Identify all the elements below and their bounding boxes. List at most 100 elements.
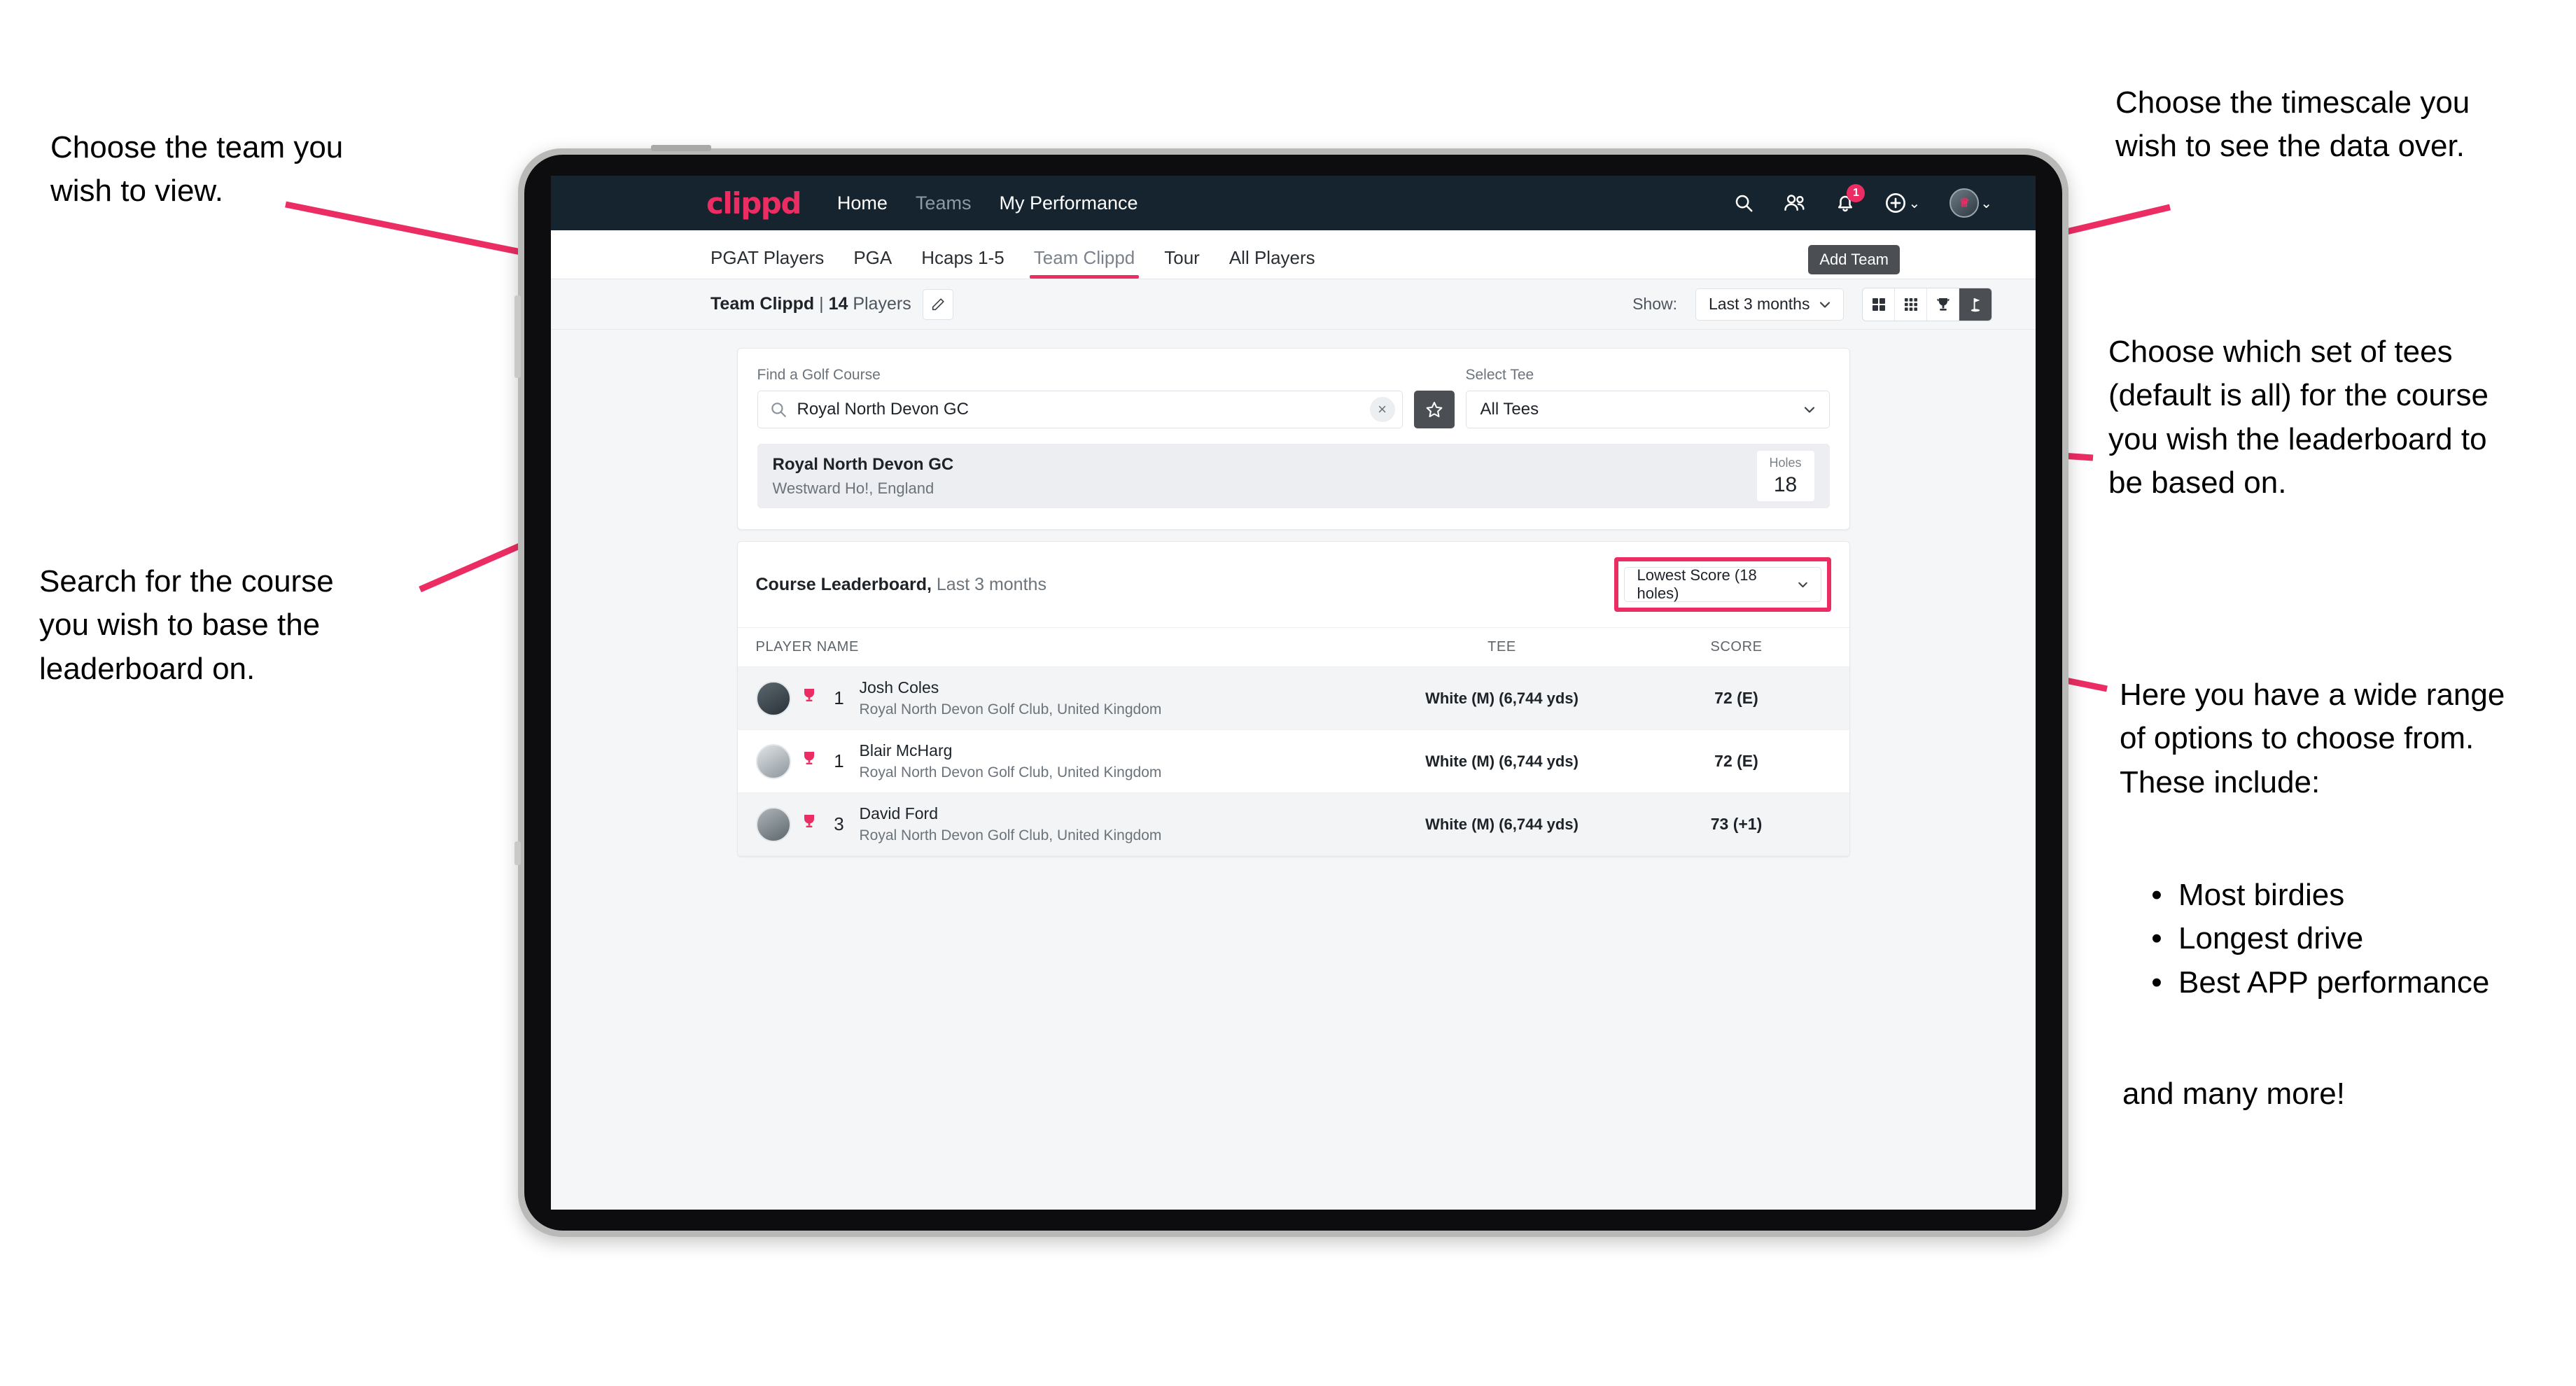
bullet-dot: • xyxy=(2151,921,2162,956)
nav-link-home[interactable]: Home xyxy=(837,192,888,214)
player-rank: 1 xyxy=(834,687,844,708)
grid-3x3-icon[interactable] xyxy=(1895,288,1927,321)
tab-pga[interactable]: PGA xyxy=(853,247,892,279)
player-identity: Josh Coles Royal North Devon Golf Club, … xyxy=(860,678,1162,718)
course-search-input[interactable]: Royal North Devon GC × xyxy=(757,391,1403,428)
chevron-down-icon xyxy=(1819,301,1830,308)
player-tee: White (M) (6,744 yds) xyxy=(1425,815,1578,833)
column-header-tee: TEE xyxy=(1488,639,1516,654)
table-row[interactable]: 3 David Ford Royal North Devon Golf Club… xyxy=(737,793,1849,856)
player-score: 72 (E) xyxy=(1714,689,1758,707)
annotation-bottom-left: Search for the course you wish to base t… xyxy=(39,564,334,686)
tee-select-label: Select Tee xyxy=(1465,367,1534,383)
avatar[interactable]: ♕ ⌄ xyxy=(1949,188,1992,218)
list-item: • Most birdies xyxy=(2148,874,2568,917)
nav-link-my-performance[interactable]: My Performance xyxy=(999,192,1138,214)
tee-select[interactable]: All Tees xyxy=(1465,391,1830,428)
list-item: • Best APP performance xyxy=(2148,961,2568,1004)
show-label: Show: xyxy=(1632,295,1677,313)
leaderboard-header: Course Leaderboard, Last 3 months Lowest… xyxy=(737,542,1849,628)
team-separator: | xyxy=(814,294,829,314)
team-toolbar: Team Clippd | 14 Players Show: Last 3 mo… xyxy=(551,279,2036,330)
holes-badge: Holes 18 xyxy=(1756,451,1814,501)
tee-select-field: Select Tee All Tees xyxy=(1465,367,1830,428)
avatar xyxy=(755,806,791,842)
tablet-device-frame: clippd Home Teams My Performance 1 ⌄ ♕ ⌄… xyxy=(514,145,2068,1237)
bullet-label: Best APP performance xyxy=(2178,965,2490,1000)
table-row[interactable]: 1 Blair McHarg Royal North Devon Golf Cl… xyxy=(737,730,1849,793)
tab-pgat-players[interactable]: PGAT Players xyxy=(710,247,824,279)
leaderboard-sort-value: Lowest Score (18 holes) xyxy=(1637,566,1757,602)
player-identity: David Ford Royal North Devon Golf Club, … xyxy=(860,804,1162,844)
player-cell: 1 Blair McHarg Royal North Devon Golf Cl… xyxy=(755,741,1362,781)
tab-team-clippd[interactable]: Team Clippd xyxy=(1029,247,1139,279)
app-screen: clippd Home Teams My Performance 1 ⌄ ♕ ⌄… xyxy=(551,176,2036,1210)
chevron-down-icon xyxy=(1804,407,1814,413)
view-mode-toggle xyxy=(1862,287,1992,321)
player-cell: 1 Josh Coles Royal North Devon Golf Club… xyxy=(755,678,1362,718)
main-nav: Home Teams My Performance xyxy=(837,192,1138,214)
favorite-course-button[interactable] xyxy=(1413,391,1455,428)
header-actions: 1 ⌄ ♕ ⌄ xyxy=(1733,184,1992,218)
chevron-down-icon[interactable]: ⌄ xyxy=(1908,195,1920,212)
app-header: clippd Home Teams My Performance 1 ⌄ ♕ ⌄ xyxy=(551,176,2036,230)
leaderboard-sort-select[interactable]: Lowest Score (18 holes) xyxy=(1623,566,1821,602)
search-icon[interactable] xyxy=(1733,192,1754,214)
player-score: 73 (+1) xyxy=(1710,815,1763,833)
chevron-down-icon[interactable]: ⌄ xyxy=(1980,195,1992,212)
clear-search-icon[interactable]: × xyxy=(1369,397,1395,422)
team-players-label: Players xyxy=(853,294,911,314)
course-result-location: Westward Ho!, England xyxy=(772,479,934,497)
bell-icon[interactable]: 1 xyxy=(1835,184,1865,214)
device-top-button xyxy=(651,145,711,151)
bullet-dot: • xyxy=(2151,878,2162,912)
toolbar-right-controls: Show: Last 3 months xyxy=(1632,287,1992,321)
search-icon xyxy=(771,402,786,417)
team-summary: Team Clippd | 14 Players xyxy=(710,294,911,314)
edit-team-button[interactable] xyxy=(922,288,953,320)
tab-all-players[interactable]: All Players xyxy=(1229,247,1315,279)
course-result-text: Royal North Devon GC Westward Ho!, Engla… xyxy=(773,455,954,498)
leaderboard-column-headers: PLAYER NAME TEE SCORE xyxy=(737,628,1849,667)
timescale-select[interactable]: Last 3 months xyxy=(1695,288,1844,321)
annotation-top-left: Choose the team you wish to view. xyxy=(50,130,344,209)
course-search-field: Find a Golf Course Royal North Devon GC … xyxy=(757,367,1403,428)
leaderboard-title-text: Course Leaderboard, xyxy=(755,574,932,594)
search-row: Find a Golf Course Royal North Devon GC … xyxy=(757,367,1830,428)
holes-value: 18 xyxy=(1773,472,1798,496)
player-score: 72 (E) xyxy=(1714,752,1758,770)
player-name: David Ford xyxy=(859,804,938,822)
list-item: • Longest drive xyxy=(2148,917,2568,960)
nav-link-teams[interactable]: Teams xyxy=(916,192,972,214)
annotation-bottom-right-intro: Here you have a wide range of options to… xyxy=(2120,678,2505,799)
course-result-row[interactable]: Royal North Devon GC Westward Ho!, Engla… xyxy=(757,444,1830,508)
course-search-card: Find a Golf Course Royal North Devon GC … xyxy=(736,348,1850,530)
tee-select-value: All Tees xyxy=(1480,400,1539,419)
plus-circle-icon[interactable]: ⌄ xyxy=(1884,192,1920,214)
people-icon[interactable] xyxy=(1784,192,1806,214)
golf-flag-icon[interactable] xyxy=(1959,288,1991,321)
tablet-bezel: clippd Home Teams My Performance 1 ⌄ ♕ ⌄… xyxy=(524,155,2062,1231)
player-club: Royal North Devon Golf Club, United King… xyxy=(859,764,1162,780)
player-rank: 1 xyxy=(834,750,844,771)
annotation-bottom-right-outro: and many more! xyxy=(2122,1077,2345,1111)
tab-hcaps-1-5[interactable]: Hcaps 1-5 xyxy=(921,247,1004,279)
grid-2x2-icon[interactable] xyxy=(1863,288,1895,321)
device-side-button xyxy=(514,841,521,865)
leaderboard-sort-highlight: Lowest Score (18 holes) xyxy=(1614,557,1831,612)
avatar xyxy=(755,743,791,779)
trophy-icon xyxy=(801,750,818,772)
device-volume-button xyxy=(514,295,521,378)
table-row[interactable]: 1 Josh Coles Royal North Devon Golf Club… xyxy=(737,667,1849,730)
player-name: Blair McHarg xyxy=(859,741,953,760)
trophy-icon xyxy=(801,813,818,835)
player-rank: 3 xyxy=(834,813,844,834)
leaderboard-title: Course Leaderboard, Last 3 months xyxy=(756,575,1046,595)
trophy-icon[interactable] xyxy=(1927,288,1959,321)
clippd-logo[interactable]: clippd xyxy=(706,186,802,220)
annotation-bullet-list: • Most birdies • Longest drive • Best AP… xyxy=(2148,874,2568,1004)
add-team-tooltip: Add Team xyxy=(1808,245,1900,274)
player-identity: Blair McHarg Royal North Devon Golf Club… xyxy=(860,741,1162,781)
main-content: Find a Golf Course Royal North Devon GC … xyxy=(551,330,2036,857)
tab-tour[interactable]: Tour xyxy=(1164,247,1200,279)
